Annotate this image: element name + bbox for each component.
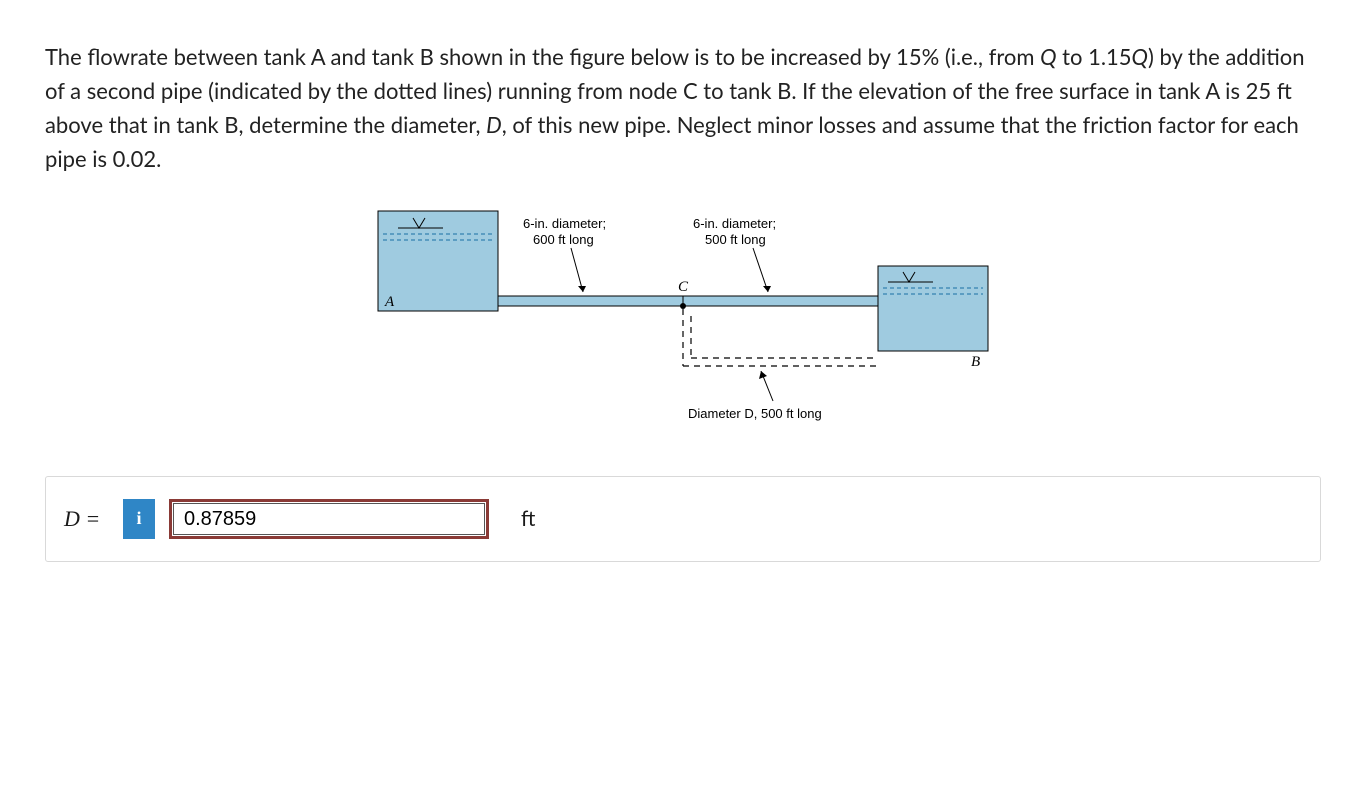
problem-text-2: to 1.15: [1057, 43, 1132, 70]
problem-em-q1: Q: [1040, 43, 1056, 70]
figure-pipe1-label-line2: 600 ft long: [533, 232, 594, 247]
figure-newpipe-label: Diameter D, 500 ft long: [688, 406, 822, 421]
figure-container: A B C 6-in. diameter; 600 ft long 6-in. …: [45, 196, 1321, 436]
figure-label-tank-a: A: [384, 294, 395, 310]
answer-unit: ft: [521, 503, 535, 536]
figure-label-node-c: C: [678, 279, 689, 295]
info-icon[interactable]: i: [123, 499, 155, 539]
problem-em-d: D: [486, 111, 502, 138]
figure-pipe2-label-line2: 500 ft long: [705, 232, 766, 247]
answer-variable-label: D =: [64, 502, 109, 536]
figure-pipe2-label-line1: 6-in. diameter;: [693, 216, 776, 231]
answer-value-input[interactable]: [169, 499, 489, 539]
figure-label-tank-b: B: [971, 354, 980, 370]
problem-text-1: The flowrate between tank A and tank B s…: [45, 43, 1040, 70]
figure-pipe1-label-line1: 6-in. diameter;: [523, 216, 606, 231]
figure-svg: A B C 6-in. diameter; 600 ft long 6-in. …: [373, 196, 993, 436]
problem-statement: The flowrate between tank A and tank B s…: [45, 40, 1321, 176]
problem-em-q2: Q: [1132, 43, 1148, 70]
answer-row: D = i ft: [45, 476, 1321, 562]
